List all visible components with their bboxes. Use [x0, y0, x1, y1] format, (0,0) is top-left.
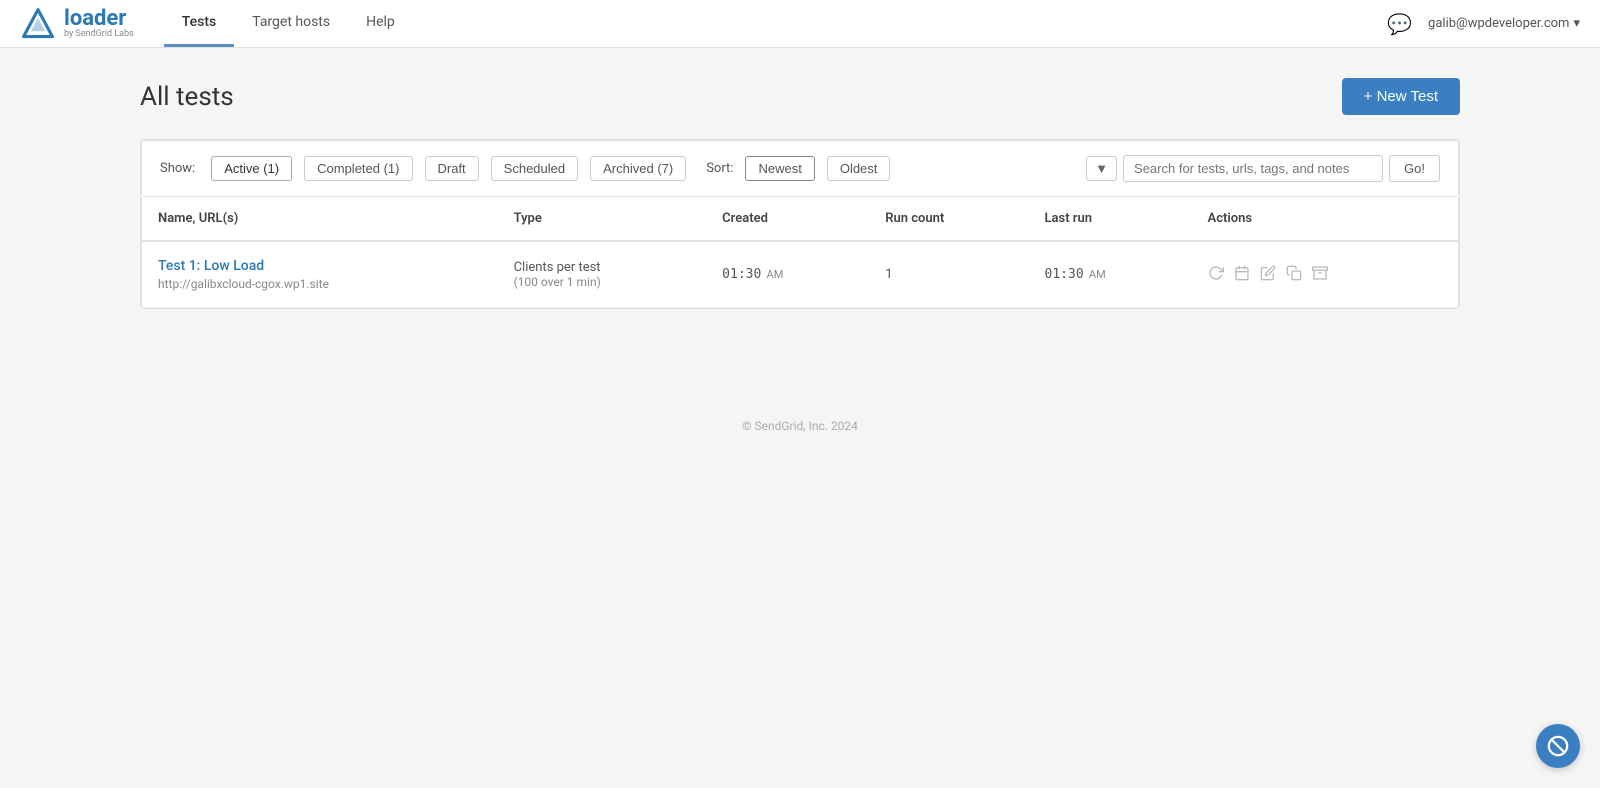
- nav-tests[interactable]: Tests: [164, 0, 234, 47]
- nav-target-hosts[interactable]: Target hosts: [234, 0, 348, 47]
- footer-text: © SendGrid, Inc. 2024: [742, 419, 858, 433]
- nav-help[interactable]: Help: [348, 0, 413, 47]
- brand-text: loader by SendGrid Labs: [64, 8, 134, 39]
- page-header: All tests + New Test: [140, 78, 1460, 115]
- chat-icon[interactable]: 💬: [1387, 12, 1412, 36]
- col-type: Type: [498, 197, 707, 241]
- test-name-link[interactable]: Test 1: Low Load: [158, 258, 264, 274]
- filter-bar: Show: Active (1) Completed (1) Draft Sch…: [141, 140, 1459, 197]
- cell-type: Clients per test (100 over 1 min): [498, 241, 707, 308]
- col-run-count: Run count: [869, 197, 1028, 241]
- cell-actions: [1192, 241, 1459, 308]
- created-ampm: AM: [767, 268, 784, 281]
- brand-icon: [20, 6, 56, 42]
- cell-last-run: 01:30 AM: [1029, 241, 1192, 308]
- show-label: Show:: [160, 161, 195, 176]
- run-count-value: 1: [885, 267, 892, 282]
- filter-active[interactable]: Active (1): [211, 156, 292, 181]
- nav-right: 💬 galib@wpdeveloper.com ▾: [1387, 12, 1580, 36]
- funnel-icon: ▼: [1095, 161, 1108, 176]
- search-input[interactable]: [1123, 155, 1383, 182]
- archive-icon[interactable]: [1312, 265, 1328, 285]
- col-last-run: Last run: [1029, 197, 1192, 241]
- new-test-button[interactable]: + New Test: [1342, 78, 1460, 115]
- brand-sub: by SendGrid Labs: [64, 30, 134, 39]
- filter-completed[interactable]: Completed (1): [304, 156, 412, 181]
- brand-logo[interactable]: loader by SendGrid Labs: [20, 6, 134, 42]
- help-fab-button[interactable]: [1536, 724, 1580, 768]
- tests-table: Name, URL(s) Type Created Run count Last…: [141, 197, 1459, 308]
- cell-name-url: Test 1: Low Load http://galibxcloud-cgox…: [142, 241, 498, 308]
- test-url: http://galibxcloud-cgox.wp1.site: [158, 277, 482, 291]
- filter-draft[interactable]: Draft: [425, 156, 479, 181]
- col-actions: Actions: [1192, 197, 1459, 241]
- brand-name: loader: [64, 8, 134, 30]
- nav-links: Tests Target hosts Help: [164, 0, 413, 47]
- type-line2: (100 over 1 min): [514, 275, 691, 289]
- filter-archived[interactable]: Archived (7): [590, 156, 686, 181]
- cell-run-count: 1: [869, 241, 1028, 308]
- col-name-url: Name, URL(s): [142, 197, 498, 241]
- help-fab-icon: [1547, 735, 1569, 757]
- created-time: 01:30: [722, 267, 761, 282]
- filter-scheduled[interactable]: Scheduled: [491, 156, 578, 181]
- action-icons: [1208, 265, 1442, 285]
- table-row: Test 1: Low Load http://galibxcloud-cgox…: [142, 241, 1459, 308]
- table-body: Test 1: Low Load http://galibxcloud-cgox…: [142, 241, 1459, 308]
- user-menu[interactable]: galib@wpdeveloper.com ▾: [1428, 16, 1580, 31]
- table-header-row: Name, URL(s) Type Created Run count Last…: [142, 197, 1459, 241]
- cell-created: 01:30 AM: [706, 241, 869, 308]
- copy-icon[interactable]: [1286, 265, 1302, 285]
- rerun-icon[interactable]: [1208, 265, 1224, 285]
- footer: © SendGrid, Inc. 2024: [0, 399, 1600, 453]
- col-created: Created: [706, 197, 869, 241]
- type-line1: Clients per test: [514, 260, 691, 275]
- navbar: loader by SendGrid Labs Tests Target hos…: [0, 0, 1600, 48]
- page-title: All tests: [140, 82, 234, 112]
- main-content: All tests + New Test Show: Active (1) Co…: [100, 48, 1500, 339]
- filter-table-wrapper: Show: Active (1) Completed (1) Draft Sch…: [140, 139, 1460, 309]
- edit-icon[interactable]: [1260, 265, 1276, 285]
- sort-newest[interactable]: Newest: [745, 156, 814, 181]
- table-head: Name, URL(s) Type Created Run count Last…: [142, 197, 1459, 241]
- user-email: galib@wpdeveloper.com: [1428, 16, 1569, 31]
- search-area: ▼ Go!: [1086, 155, 1440, 182]
- go-button[interactable]: Go!: [1389, 155, 1440, 182]
- last-run-time: 01:30: [1045, 267, 1084, 282]
- last-run-ampm: AM: [1089, 268, 1106, 281]
- sort-oldest[interactable]: Oldest: [827, 156, 891, 181]
- dropdown-icon: ▾: [1573, 16, 1580, 31]
- sort-label: Sort:: [706, 161, 733, 176]
- filter-funnel-button[interactable]: ▼: [1086, 156, 1117, 181]
- schedule-icon[interactable]: [1234, 265, 1250, 285]
